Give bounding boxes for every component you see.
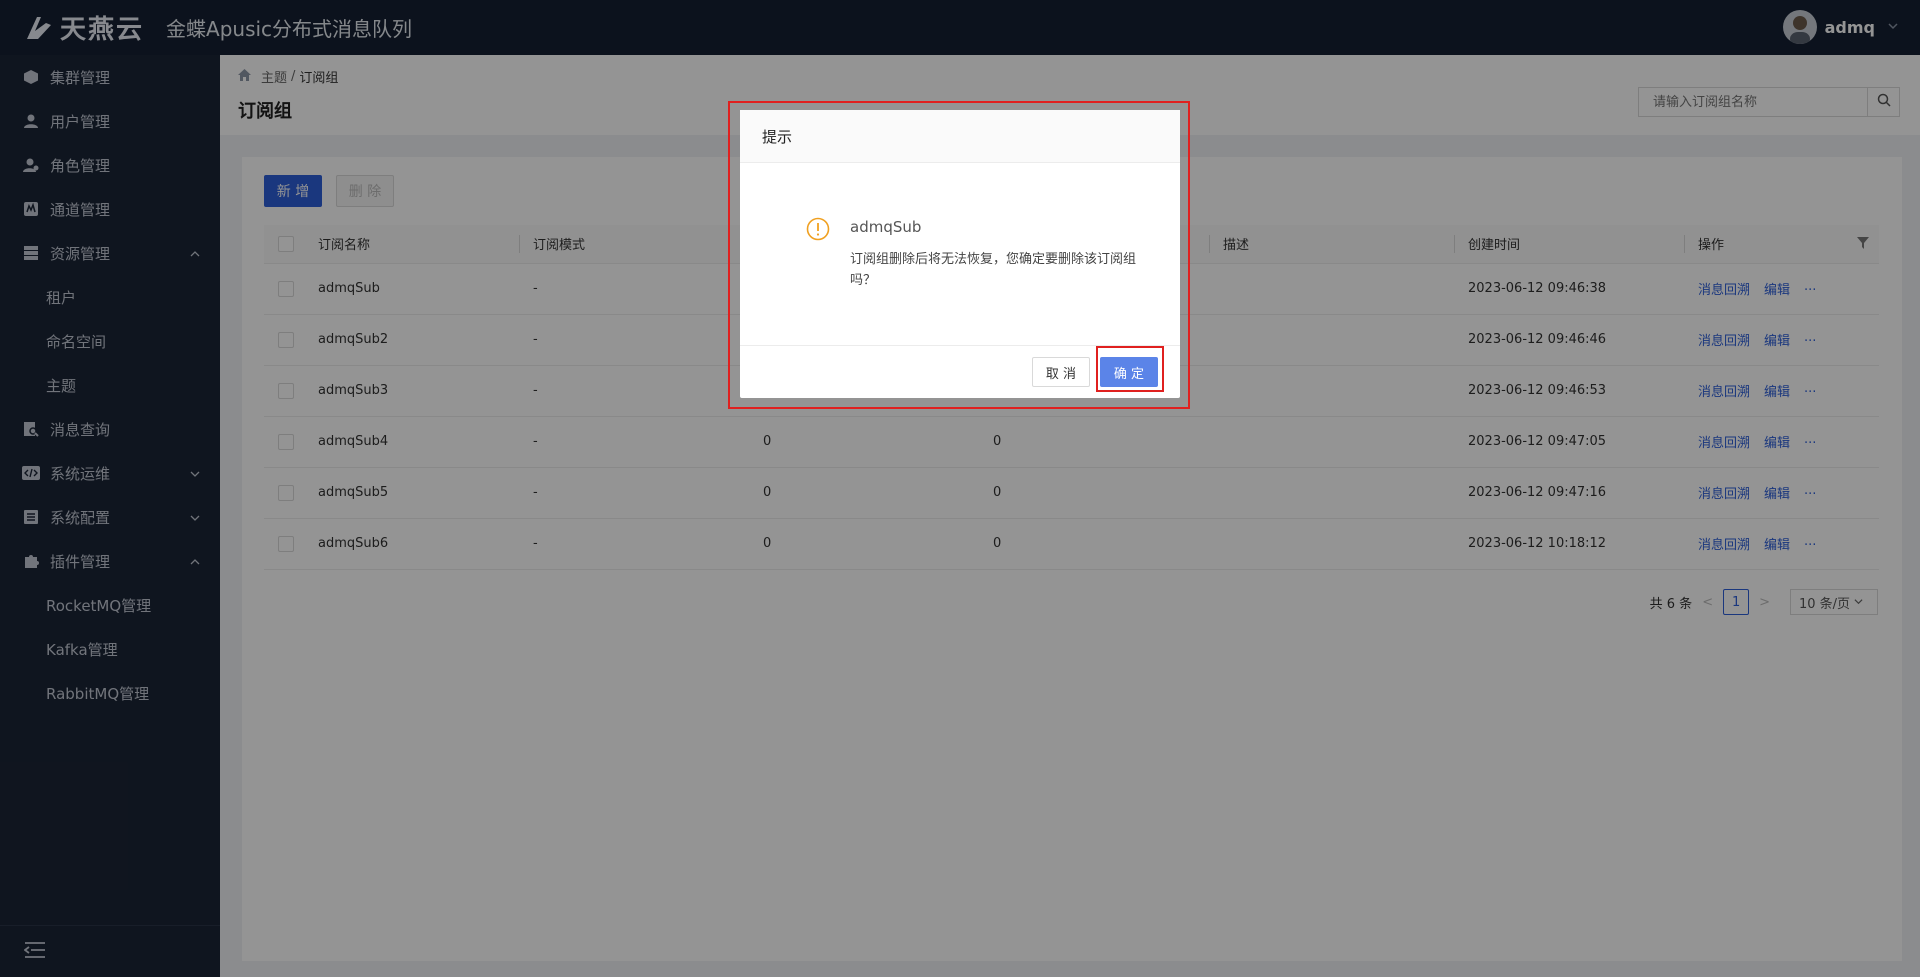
confirm-highlight-box [1096, 346, 1164, 392]
warning-icon [806, 217, 830, 241]
cancel-button[interactable]: 取 消 [1032, 357, 1090, 387]
dialog-body: admqSub 订阅组删除后将无法恢复，您确定要删除该订阅组吗？ [740, 163, 1180, 345]
dialog-title: 提示 [740, 110, 1180, 163]
dialog-message: 订阅组删除后将无法恢复，您确定要删除该订阅组吗？ [850, 252, 1137, 288]
dialog-item-name: admqSub [850, 218, 922, 236]
